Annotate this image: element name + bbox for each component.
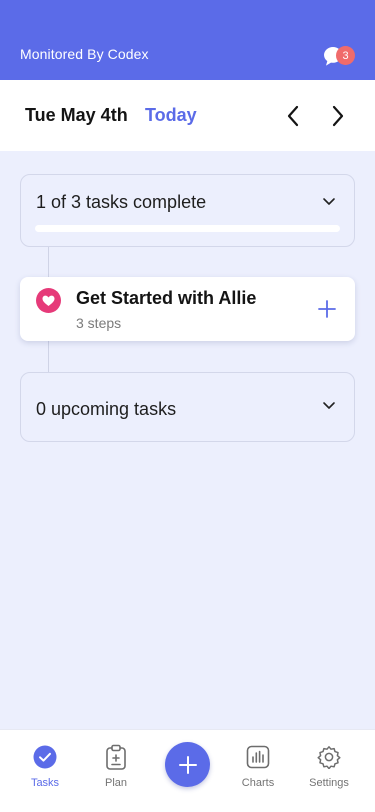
chevron-left-icon	[287, 105, 299, 127]
previous-day-button[interactable]	[282, 104, 304, 128]
chevron-down-icon	[323, 198, 335, 205]
chevron-down-icon	[323, 402, 335, 409]
chevron-right-icon	[332, 105, 344, 127]
nav-plan-label: Plan	[104, 777, 128, 789]
check-circle-icon	[32, 744, 58, 770]
bar-chart-icon	[245, 744, 271, 770]
nav-tasks-label: Tasks	[30, 777, 60, 789]
date-bar: Tue May 4th Today	[0, 80, 375, 151]
clipboard-icon	[103, 744, 129, 770]
today-link[interactable]: Today	[145, 105, 197, 126]
nav-plan[interactable]: Plan	[86, 744, 146, 804]
nav-settings[interactable]: Settings	[299, 744, 359, 804]
timeline-connector	[48, 247, 49, 277]
monitored-by-label: Monitored By Codex	[20, 46, 149, 62]
tasks-summary-card[interactable]: 1 of 3 tasks complete	[20, 174, 355, 247]
add-button[interactable]	[165, 742, 210, 787]
plus-icon	[178, 755, 197, 774]
nav-charts-label: Charts	[241, 777, 275, 789]
plus-icon[interactable]	[318, 300, 336, 318]
nav-settings-label: Settings	[309, 777, 349, 789]
task-title: Get Started with Allie	[76, 288, 257, 308]
heart-icon	[36, 288, 61, 313]
tasks-progress-bar	[35, 225, 340, 232]
task-steps: 3 steps	[76, 315, 122, 331]
tasks-complete-text: 1 of 3 tasks complete	[36, 192, 207, 212]
chat-badge: 3	[336, 46, 355, 65]
timeline-connector	[48, 341, 49, 372]
top-header: Monitored By Codex	[0, 0, 375, 80]
nav-charts[interactable]: Charts	[228, 744, 288, 804]
gear-icon	[316, 744, 342, 770]
next-day-button[interactable]	[327, 104, 349, 128]
nav-tasks[interactable]: Tasks	[15, 744, 75, 804]
task-card[interactable]: Get Started with Allie 3 steps	[20, 277, 355, 341]
current-date: Tue May 4th	[25, 105, 128, 125]
upcoming-tasks-text: 0 upcoming tasks	[36, 399, 177, 419]
upcoming-tasks-card[interactable]: 0 upcoming tasks	[20, 372, 355, 442]
